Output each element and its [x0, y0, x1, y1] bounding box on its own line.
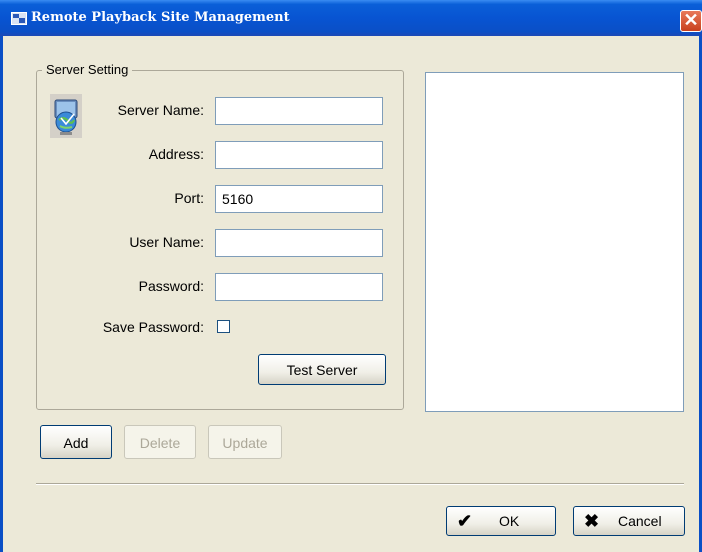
x-icon: ✖: [584, 511, 600, 531]
server-globe-icon: [50, 94, 82, 138]
add-button[interactable]: Add: [40, 425, 112, 459]
separator-line: [36, 483, 684, 485]
test-server-button[interactable]: Test Server: [258, 354, 386, 385]
title-bar[interactable]: Remote Playback Site Management ✕: [0, 0, 702, 36]
update-button[interactable]: Update: [208, 425, 282, 459]
server-name-field[interactable]: [215, 97, 383, 125]
port-field[interactable]: [215, 185, 383, 213]
user-name-field[interactable]: [215, 229, 383, 257]
cancel-label: Cancel: [618, 513, 662, 529]
close-button[interactable]: ✕: [680, 10, 702, 32]
port-label: Port:: [174, 190, 204, 206]
address-field[interactable]: [215, 141, 383, 169]
save-password-checkbox[interactable]: [217, 320, 230, 333]
address-label: Address:: [148, 146, 204, 162]
cancel-button[interactable]: ✖ Cancel: [573, 506, 685, 536]
window-frame-left: [0, 36, 3, 552]
server-name-label: Server Name:: [117, 102, 204, 118]
site-management-icon: [11, 12, 27, 25]
server-list[interactable]: [425, 72, 684, 412]
save-password-label: Save Password:: [102, 319, 204, 335]
ok-label: OK: [499, 513, 520, 529]
checkmark-icon: ✔: [457, 511, 473, 531]
server-setting-legend: Server Setting: [42, 62, 133, 77]
user-name-label: User Name:: [129, 234, 204, 250]
password-label: Password:: [138, 278, 204, 294]
password-field[interactable]: [215, 273, 383, 301]
delete-button[interactable]: Delete: [124, 425, 196, 459]
remote-playback-dialog: Remote Playback Site Management ✕ Server…: [0, 0, 702, 552]
window-title: Remote Playback Site Management: [31, 10, 290, 25]
ok-button[interactable]: ✔ OK: [446, 506, 556, 536]
